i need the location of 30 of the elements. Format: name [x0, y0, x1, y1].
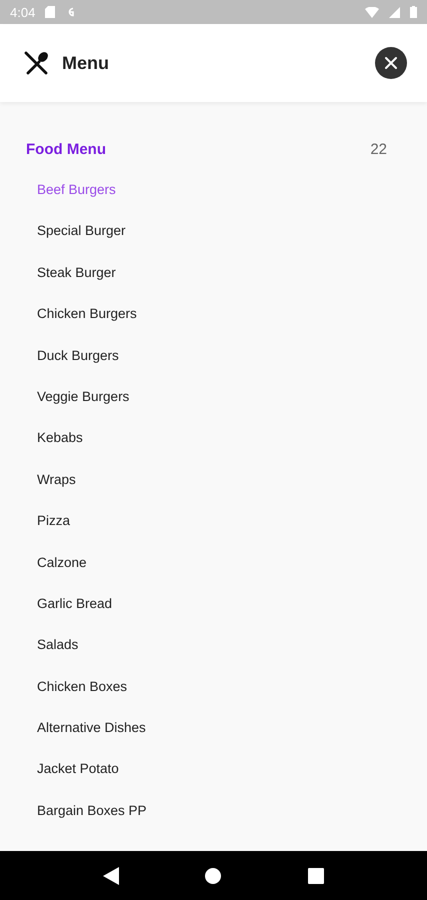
menu-item[interactable]: Chicken Burgers: [0, 293, 427, 335]
menu-item[interactable]: Duck Burgers: [0, 334, 427, 376]
menu-item[interactable]: Jacket Potato: [0, 748, 427, 790]
status-time: 4:04: [10, 4, 36, 20]
back-icon[interactable]: [103, 866, 120, 884]
close-button[interactable]: [375, 47, 407, 79]
menu-item[interactable]: Garlic Bread: [0, 582, 427, 624]
menu-item[interactable]: Pizza: [0, 500, 427, 542]
close-icon: [384, 56, 398, 70]
menu-item[interactable]: Special Burger: [0, 210, 427, 252]
signal-icon: [389, 6, 400, 18]
item-count: 22: [370, 140, 387, 158]
battery-icon: [410, 6, 417, 18]
wifi-icon: [365, 6, 379, 18]
menu-item[interactable]: Calzone: [0, 542, 427, 583]
menu-item[interactable]: Chicken Boxes: [0, 666, 427, 708]
category-title[interactable]: Food Menu: [26, 140, 370, 158]
sd-card-icon: [45, 6, 56, 18]
menu-item[interactable]: Beef Burgers: [0, 169, 427, 210]
menu-item[interactable]: Salads: [0, 624, 427, 666]
menu-item[interactable]: Wraps: [0, 458, 427, 500]
cutlery-icon: [24, 51, 50, 75]
header-title: Menu: [62, 52, 110, 74]
menu-item[interactable]: Alternative Dishes: [0, 707, 427, 748]
menu-item[interactable]: Steak Burger: [0, 252, 427, 294]
menu-item[interactable]: Bargain Boxes PP: [0, 790, 427, 832]
menu-item[interactable]: Veggie Burgers: [0, 376, 427, 418]
home-icon[interactable]: [205, 868, 222, 884]
menu-item[interactable]: Kebabs: [0, 417, 427, 459]
recents-icon[interactable]: [308, 868, 324, 884]
